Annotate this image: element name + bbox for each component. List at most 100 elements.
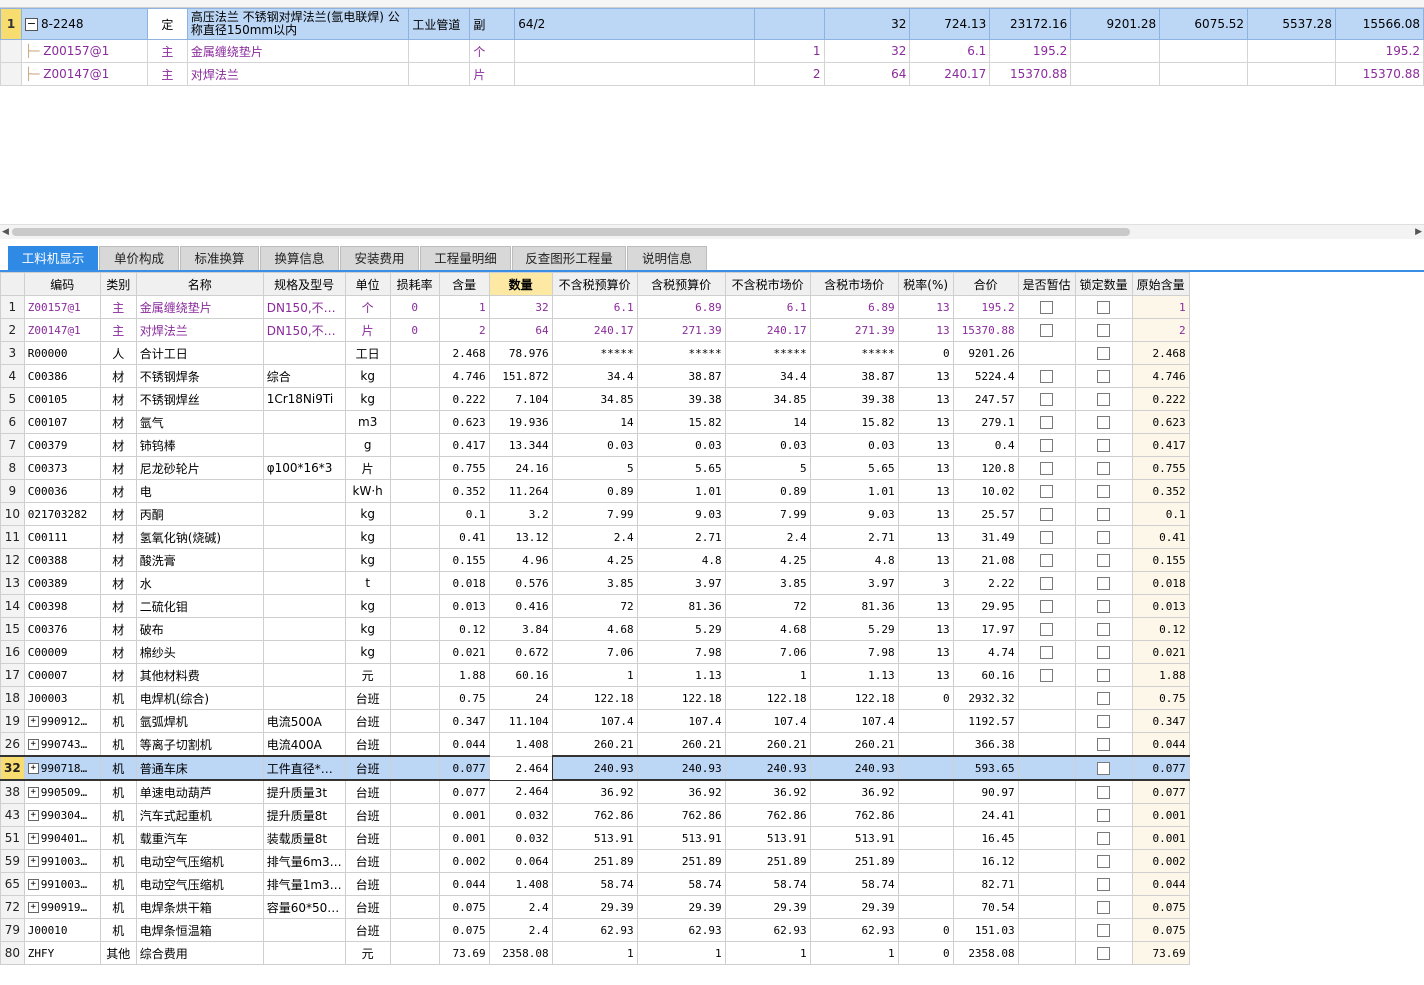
lock-quantity-checkbox[interactable] — [1097, 947, 1111, 960]
expand-icon[interactable]: + — [27, 810, 39, 821]
cell-idx[interactable] — [0, 62, 22, 86]
expand-icon[interactable]: + — [27, 879, 39, 890]
cell-code[interactable]: +990912… — [23, 709, 101, 733]
cell-content[interactable]: 0.001 — [438, 803, 490, 827]
cell-spec[interactable]: 电流400A — [262, 732, 346, 757]
cell-cat[interactable]: 材 — [99, 640, 137, 664]
cell-provisional-estimate[interactable] — [1017, 663, 1076, 687]
row-index[interactable]: 15 — [0, 617, 25, 641]
cell-lock-quantity[interactable] — [1074, 686, 1133, 710]
cell-spec[interactable] — [262, 617, 346, 641]
table-row[interactable]: 59 +991003… 机电动空气压缩机 排气量6m3… 台班 0.002 0.064 251… — [0, 849, 1190, 873]
cell-p2[interactable]: 15.82 — [636, 410, 726, 434]
table-row[interactable]: 15 C00376 材破布 kg 0.12 3.84 4.68 5.29 4.68 5.29 13 1… — [0, 617, 1190, 641]
cell-total[interactable]: 16.12 — [952, 849, 1019, 873]
cell-p2[interactable]: 36.92 — [636, 779, 726, 804]
cell-p1[interactable]: 122.18 — [551, 686, 638, 710]
cell-cat[interactable]: 机 — [99, 849, 137, 873]
cell-code[interactable]: +990509… — [23, 779, 101, 804]
cell-original-content[interactable]: 0.75 — [1131, 686, 1190, 710]
table-row[interactable]: 79 J00010 机电焊条恒温箱 台班 0.075 2.4 62.93 62.93 62.93… — [0, 918, 1190, 942]
cell-cat[interactable]: 材 — [99, 387, 137, 411]
cell-unit[interactable]: 片 — [469, 62, 516, 86]
cell-tax[interactable]: 13 — [897, 295, 954, 319]
cell-loss[interactable] — [389, 803, 440, 827]
lock-quantity-checkbox[interactable] — [1097, 485, 1111, 498]
cell-c4[interactable]: 15370.88 — [1334, 62, 1424, 86]
cell-cat[interactable]: 材 — [99, 364, 137, 388]
cell-p3[interactable]: 6.1 — [724, 295, 811, 319]
cell-content[interactable]: 0.077 — [438, 779, 490, 804]
cell-unit[interactable]: kg — [344, 594, 391, 618]
cell-original-content[interactable]: 0.222 — [1131, 387, 1190, 411]
cell-p2[interactable]: 4.8 — [636, 548, 726, 572]
cell-tax[interactable]: 0 — [897, 341, 954, 365]
cell-name[interactable]: 等离子切割机 — [135, 732, 264, 757]
row-index[interactable]: 9 — [0, 479, 25, 503]
cell-p2[interactable]: 29.39 — [636, 895, 726, 919]
cell-total[interactable]: 23172.16 — [989, 8, 1072, 40]
lock-quantity-checkbox[interactable] — [1097, 508, 1111, 521]
cell-spec[interactable] — [262, 594, 346, 618]
table-row[interactable]: 6 C00107 材氩气 m3 0.623 19.936 14 15.82 14 15.82 13 2… — [0, 410, 1190, 434]
lock-quantity-checkbox[interactable] — [1097, 416, 1111, 429]
cell-p4[interactable]: 122.18 — [809, 686, 899, 710]
cell-original-content[interactable]: 4.746 — [1131, 364, 1190, 388]
cell-p1[interactable]: 7.99 — [551, 502, 638, 526]
column-header[interactable]: 不含税预算价 — [551, 272, 638, 296]
cell-unit[interactable]: kg — [344, 640, 391, 664]
cell-lock-quantity[interactable] — [1074, 456, 1133, 480]
cell-lock-quantity[interactable] — [1074, 895, 1133, 919]
cell-qty[interactable]: 78.976 — [488, 341, 553, 365]
cell-name[interactable]: 电动空气压缩机 — [135, 872, 264, 896]
cell-total[interactable]: 366.38 — [952, 732, 1019, 757]
lock-quantity-checkbox[interactable] — [1097, 738, 1111, 751]
cell-tax[interactable]: 13 — [897, 617, 954, 641]
cell-lock-quantity[interactable] — [1074, 318, 1133, 342]
cell-unit[interactable]: 片 — [344, 318, 391, 342]
cell-cat[interactable]: 材 — [99, 617, 137, 641]
cell-tax[interactable]: 0 — [897, 918, 954, 942]
cell-content[interactable]: 0.001 — [438, 826, 490, 850]
cell-lock-quantity[interactable] — [1074, 709, 1133, 733]
cell-lock-quantity[interactable] — [1074, 295, 1133, 319]
cell-p1[interactable]: 5 — [551, 456, 638, 480]
provisional-estimate-checkbox[interactable] — [1040, 669, 1054, 682]
cell-content[interactable]: 2.468 — [438, 341, 490, 365]
cell-name[interactable]: 高压法兰 不锈钢对焊法兰(氩电联焊) 公称直径150mm以内 — [186, 8, 410, 40]
cell-p4[interactable]: 1.13 — [809, 663, 899, 687]
cell-total[interactable]: 70.54 — [952, 895, 1019, 919]
cell-c3[interactable] — [1247, 39, 1336, 63]
cell-qty[interactable]: 24 — [488, 686, 553, 710]
cell-qty[interactable]: 2358.08 — [488, 941, 553, 965]
cell-content[interactable]: 0.044 — [438, 732, 490, 757]
expand-icon[interactable]: + — [27, 739, 39, 750]
cell-qty[interactable]: 2.4 — [488, 895, 553, 919]
column-header[interactable]: 不含税市场价 — [724, 272, 811, 296]
tab-standard-conversion[interactable]: 标准换算 — [180, 246, 259, 270]
row-index[interactable]: 5 — [0, 387, 25, 411]
cell-tax[interactable] — [897, 732, 954, 757]
cell-lock-quantity[interactable] — [1074, 387, 1133, 411]
cell-code[interactable]: R00000 — [23, 341, 101, 365]
cell-content[interactable]: 0.222 — [438, 387, 490, 411]
cell-tax[interactable] — [897, 872, 954, 896]
cell-loss[interactable]: 0 — [389, 295, 440, 319]
cell-p3[interactable]: 14 — [724, 410, 811, 434]
cell-p3[interactable]: 1 — [724, 663, 811, 687]
cell-provisional-estimate[interactable] — [1017, 456, 1076, 480]
provisional-estimate-checkbox[interactable] — [1040, 531, 1054, 544]
cell-cat[interactable]: 机 — [99, 895, 137, 919]
cell-content[interactable]: 0.41 — [438, 525, 490, 549]
lock-quantity-checkbox[interactable] — [1097, 370, 1111, 383]
cell-major[interactable]: 工业管道 — [408, 8, 471, 40]
cell-unit[interactable]: 工日 — [344, 341, 391, 365]
cell-total[interactable]: 0.4 — [952, 433, 1019, 457]
row-index[interactable]: 10 — [0, 502, 25, 526]
lock-quantity-checkbox[interactable] — [1097, 669, 1111, 682]
table-row[interactable]: 80 ZHFY 其他 综合费用 元 73.69 2358.08 1 1 1 1 0 2358.08 73.… — [0, 941, 1190, 965]
cell-provisional-estimate[interactable] — [1017, 594, 1076, 618]
cell-name[interactable]: 棉纱头 — [135, 640, 264, 664]
cell-spec[interactable] — [262, 663, 346, 687]
table-row[interactable]: 18 J00003 机电焊机(综合) 台班 0.75 24 122.18 122.18 122.… — [0, 686, 1190, 710]
